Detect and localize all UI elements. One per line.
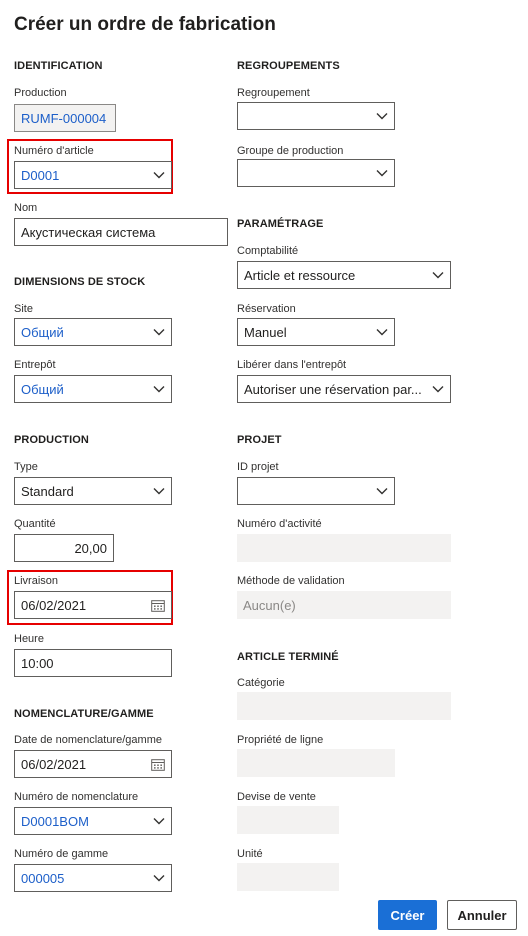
create-button[interactable]: Créer bbox=[378, 900, 437, 930]
item-number-label: Numéro d'article bbox=[14, 145, 94, 157]
name-value: Акустическая система bbox=[21, 224, 156, 240]
time-input[interactable]: 10:00 bbox=[14, 649, 172, 677]
route-number-dropdown[interactable]: 000005 bbox=[14, 864, 172, 892]
bom-number-value: D0001BOM bbox=[21, 813, 89, 829]
accounting-label: Comptabilité bbox=[237, 245, 299, 257]
grouping-label: Regroupement bbox=[237, 87, 310, 99]
quantity-input[interactable]: 20,00 bbox=[14, 534, 114, 562]
site-dropdown[interactable]: Общий bbox=[14, 318, 172, 346]
type-value: Standard bbox=[21, 483, 74, 499]
category-field bbox=[237, 692, 451, 720]
chevron-down-icon bbox=[153, 386, 165, 393]
release-dropdown[interactable]: Autoriser une réservation par... bbox=[237, 375, 451, 403]
delivery-date-picker[interactable]: 06/02/2021 bbox=[14, 591, 172, 619]
bom-number-label: Numéro de nomenclature bbox=[14, 791, 139, 803]
quantity-value: 20,00 bbox=[74, 540, 107, 556]
section-groupings-heading: REGROUPEMENTS bbox=[237, 60, 340, 72]
section-project-heading: PROJET bbox=[237, 434, 282, 446]
chevron-down-icon bbox=[432, 272, 444, 279]
reservation-value: Manuel bbox=[244, 324, 287, 340]
release-value: Autoriser une réservation par... bbox=[244, 381, 422, 397]
production-label: Production bbox=[14, 87, 67, 99]
chevron-down-icon bbox=[153, 172, 165, 179]
chevron-down-icon bbox=[153, 875, 165, 882]
cancel-button[interactable]: Annuler bbox=[447, 900, 517, 930]
time-value: 10:00 bbox=[21, 655, 54, 671]
chevron-down-icon bbox=[376, 113, 388, 120]
warehouse-value: Общий bbox=[21, 381, 64, 397]
delivery-value: 06/02/2021 bbox=[21, 597, 87, 613]
grouping-dropdown[interactable] bbox=[237, 102, 395, 130]
section-stock-dimensions-heading: DIMENSIONS DE STOCK bbox=[14, 276, 146, 288]
section-production-heading: PRODUCTION bbox=[14, 434, 89, 446]
validation-label: Méthode de validation bbox=[237, 575, 345, 587]
accounting-value: Article et ressource bbox=[244, 267, 356, 283]
item-number-value: D0001 bbox=[21, 167, 60, 183]
name-label: Nom bbox=[14, 202, 38, 214]
warehouse-label: Entrepôt bbox=[14, 359, 56, 371]
validation-value: Aucun(e) bbox=[243, 597, 296, 613]
category-label: Catégorie bbox=[237, 677, 285, 689]
production-value: RUMF-000004 bbox=[21, 110, 107, 126]
site-value: Общий bbox=[21, 324, 64, 340]
bom-date-label: Date de nomenclature/gamme bbox=[14, 734, 162, 746]
line-property-label: Propriété de ligne bbox=[237, 734, 324, 746]
reservation-label: Réservation bbox=[237, 303, 296, 315]
section-identification-heading: IDENTIFICATION bbox=[14, 60, 103, 72]
release-label: Libérer dans l'entrepôt bbox=[237, 359, 347, 371]
chevron-down-icon bbox=[376, 170, 388, 177]
production-group-label: Groupe de production bbox=[237, 145, 344, 157]
unit-field bbox=[237, 863, 339, 891]
production-field[interactable]: RUMF-000004 bbox=[14, 104, 116, 132]
activity-field bbox=[237, 534, 451, 562]
project-id-label: ID projet bbox=[237, 461, 279, 473]
section-bom-route-heading: NOMENCLATURE/GAMME bbox=[14, 708, 154, 720]
chevron-down-icon bbox=[153, 329, 165, 336]
accounting-dropdown[interactable]: Article et ressource bbox=[237, 261, 451, 289]
type-dropdown[interactable]: Standard bbox=[14, 477, 172, 505]
project-id-dropdown[interactable] bbox=[237, 477, 395, 505]
section-settings-heading: PARAMÉTRAGE bbox=[237, 218, 324, 230]
dialog-title: Créer un ordre de fabrication bbox=[14, 14, 276, 35]
sales-currency-label: Devise de vente bbox=[237, 791, 316, 803]
name-input[interactable]: Акустическая система bbox=[14, 218, 228, 246]
calendar-icon[interactable] bbox=[151, 758, 165, 771]
route-number-value: 000005 bbox=[21, 870, 65, 886]
chevron-down-icon bbox=[376, 488, 388, 495]
bom-number-dropdown[interactable]: D0001BOM bbox=[14, 807, 172, 835]
item-number-dropdown[interactable]: D0001 bbox=[14, 161, 172, 189]
chevron-down-icon bbox=[376, 329, 388, 336]
calendar-icon[interactable] bbox=[151, 599, 165, 612]
chevron-down-icon bbox=[153, 488, 165, 495]
bom-date-picker[interactable]: 06/02/2021 bbox=[14, 750, 172, 778]
type-label: Type bbox=[14, 461, 38, 473]
production-group-dropdown[interactable] bbox=[237, 159, 395, 187]
route-number-label: Numéro de gamme bbox=[14, 848, 109, 860]
line-property-field bbox=[237, 749, 395, 777]
site-label: Site bbox=[14, 303, 33, 315]
validation-field: Aucun(e) bbox=[237, 591, 451, 619]
sales-currency-field bbox=[237, 806, 339, 834]
section-finished-item-heading: ARTICLE TERMINÉ bbox=[237, 651, 339, 663]
warehouse-dropdown[interactable]: Общий bbox=[14, 375, 172, 403]
chevron-down-icon bbox=[432, 386, 444, 393]
bom-date-value: 06/02/2021 bbox=[21, 756, 87, 772]
delivery-label: Livraison bbox=[14, 575, 59, 587]
reservation-dropdown[interactable]: Manuel bbox=[237, 318, 395, 346]
chevron-down-icon bbox=[153, 818, 165, 825]
activity-label: Numéro d'activité bbox=[237, 518, 322, 530]
time-label: Heure bbox=[14, 633, 44, 645]
unit-label: Unité bbox=[237, 848, 263, 860]
quantity-label: Quantité bbox=[14, 518, 56, 530]
